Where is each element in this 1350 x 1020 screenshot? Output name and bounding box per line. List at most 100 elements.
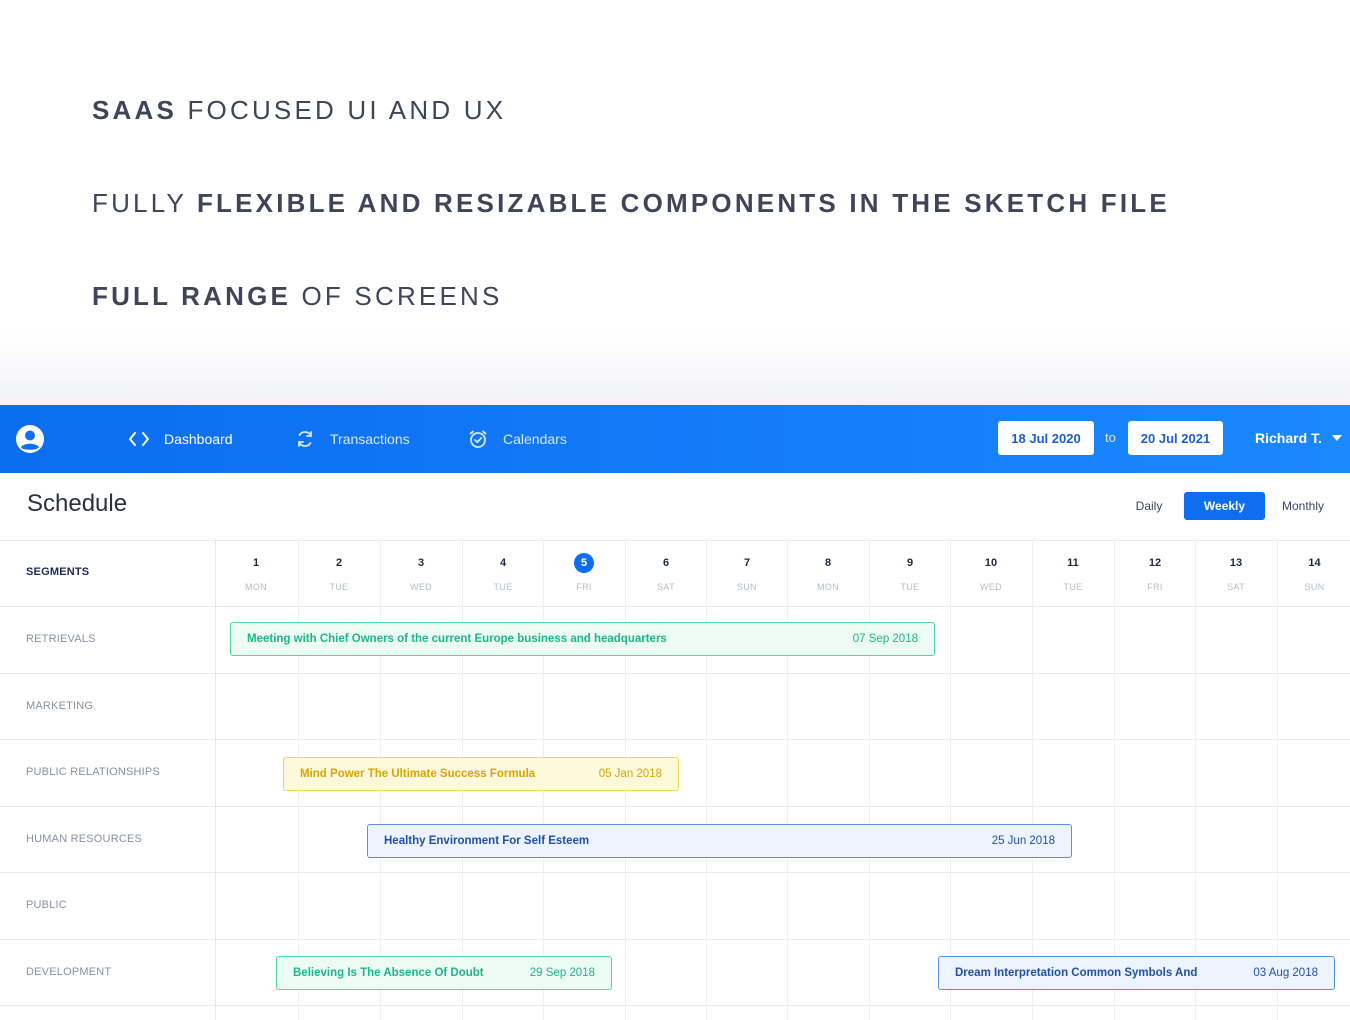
day-number: 14 [1308,557,1321,569]
event-date: 07 Sep 2018 [852,633,918,645]
grid-line [0,739,1350,740]
alarm-clock-icon [467,428,489,450]
day-number: 8 [824,557,832,569]
grid-column-line [1277,540,1278,1020]
hero-line-flexible: FULLY FLEXIBLE AND RESIZABLE COMPONENTS … [92,188,1170,219]
event-title: Dream Interpretation Common Symbols And [955,967,1198,979]
grid-column-line [1032,540,1033,1020]
nav-item-calendars[interactable]: Calendars [467,405,567,473]
segments-header: SEGMENTS [26,566,90,578]
event-title: Believing Is The Absence Of Doubt [293,967,484,979]
view-monthly-button[interactable]: Monthly [1274,492,1332,520]
day-number: 1 [252,557,260,569]
day-number: 11 [1067,557,1079,569]
grid-column-line [1195,540,1196,1020]
top-navbar: Dashboard Transactions Calendars 18 Jul … [0,405,1350,473]
grid-column-line [787,540,788,1020]
hero-line-rest: OF SCREENS [291,281,503,311]
day-of-week: TUE [329,582,349,592]
day-header[interactable]: 4 TUE [463,540,543,606]
segment-label-human-resources: HUMAN RESOURCES [26,833,143,845]
day-header[interactable]: 11 TUE [1033,540,1113,606]
day-of-week: TUE [900,582,920,592]
day-header[interactable]: 13 SAT [1196,540,1276,606]
day-of-week: WED [410,582,432,592]
day-of-week: TUE [493,582,513,592]
user-menu[interactable]: Richard T. [1255,430,1342,446]
day-number: 9 [906,557,914,569]
grid-column-line [950,540,951,1020]
day-header[interactable]: 12 FRI [1115,540,1195,606]
grid-column-line [869,540,870,1020]
day-of-week: FRI [1147,582,1163,592]
day-header[interactable]: 14 SUN [1278,540,1350,606]
day-header-today[interactable]: 5 FRI [544,540,624,606]
day-of-week: SAT [1227,582,1245,592]
day-header[interactable]: 3 WED [381,540,461,606]
user-avatar-icon[interactable] [15,424,45,454]
day-number: 2 [335,557,343,569]
hero-line-bold: FULL RANGE [92,281,292,311]
view-weekly-button[interactable]: Weekly [1184,492,1265,520]
event-card[interactable]: Dream Interpretation Common Symbols And … [938,956,1335,990]
segment-label-retrievals: RETRIEVALS [26,633,96,645]
event-date: 05 Jan 2018 [598,768,662,780]
grid-column-line [706,540,707,1020]
view-daily-button[interactable]: Daily [1126,492,1172,520]
day-header[interactable]: 8 MON [788,540,868,606]
hero-line-rest: FOCUSED UI AND UX [177,95,507,125]
event-date: 03 Aug 2018 [1253,967,1318,979]
day-of-week: FRI [576,582,592,592]
day-header[interactable]: 7 SUN [707,540,787,606]
nav-item-transactions[interactable]: Transactions [294,405,410,473]
event-title: Healthy Environment For Self Esteem [384,835,590,847]
event-title: Mind Power The Ultimate Success Formula [300,768,536,780]
day-number: 5 [574,553,594,573]
grid-line [0,606,1350,607]
hero-line-range: FULL RANGE OF SCREENS [92,281,503,312]
day-of-week: MON [245,582,267,592]
nav-item-dashboard[interactable]: Dashboard [128,405,233,473]
hero-section: SAAS FOCUSED UI AND UX FULLY FLEXIBLE AN… [0,0,1350,405]
event-date: 29 Sep 2018 [529,967,595,979]
event-card[interactable]: Believing Is The Absence Of Doubt 29 Sep… [276,956,612,990]
day-header[interactable]: 9 TUE [870,540,950,606]
event-card[interactable]: Healthy Environment For Self Esteem 25 J… [367,824,1072,858]
refresh-icon [294,428,316,450]
grid-line [0,806,1350,807]
day-number: 7 [743,557,751,569]
event-card[interactable]: Meeting with Chief Owners of the current… [230,622,935,656]
day-number: 12 [1148,557,1162,569]
hero-line-saas: SAAS FOCUSED UI AND UX [92,95,506,126]
hero-line-bold: SAAS [92,95,178,125]
day-header[interactable]: 2 TUE [299,540,379,606]
hero-line-pre: FULLY [92,188,197,218]
grid-line [0,1005,1350,1006]
grid-column-line [215,540,216,1020]
caret-down-icon [1331,435,1342,441]
day-header[interactable]: 1 MON [216,540,296,606]
grid-line [0,872,1350,873]
day-number: 4 [499,557,507,569]
user-name: Richard T. [1255,430,1322,446]
nav-item-label: Transactions [330,431,410,447]
grid-line [0,673,1350,674]
event-card[interactable]: Mind Power The Ultimate Success Formula … [283,757,679,791]
date-from-field[interactable]: 18 Jul 2020 [998,421,1094,455]
day-header[interactable]: 10 WED [951,540,1031,606]
day-header[interactable]: 6 SAT [626,540,706,606]
day-of-week: SUN [737,582,757,592]
schedule-grid: SEGMENTS 1 MON 2 TUE 3 WED 4 TUE 5 FRI 6 SAT 7… [0,540,1350,1020]
nav-item-label: Calendars [503,431,567,447]
day-number: 13 [1229,557,1243,569]
nav-item-label: Dashboard [164,431,233,447]
code-brackets-icon [128,428,150,450]
segment-label-marketing: MARKETING [26,700,94,712]
date-to-field[interactable]: 20 Jul 2021 [1128,421,1223,455]
day-of-week: SAT [657,582,675,592]
day-of-week: WED [980,582,1002,592]
event-title: Meeting with Chief Owners of the current… [247,633,667,645]
segment-label-development: DEVELOPMENT [26,966,112,978]
hero-line-bold: FLEXIBLE AND RESIZABLE COMPONENTS IN THE… [196,188,1170,218]
grid-column-line [1114,540,1115,1020]
